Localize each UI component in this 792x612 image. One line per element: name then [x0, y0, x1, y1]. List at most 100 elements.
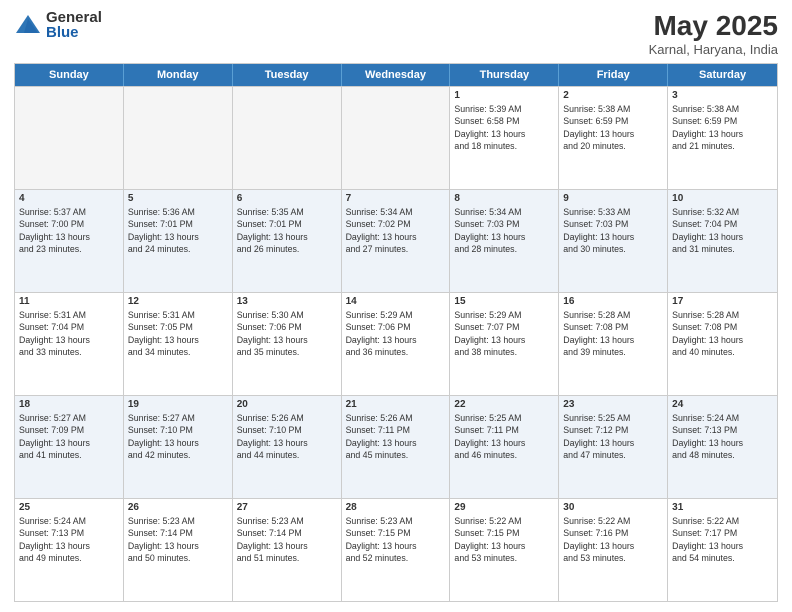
day-cell-16: 16 Sunrise: 5:28 AM Sunset: 7:08 PM Dayli…	[559, 293, 668, 395]
day-cell-15: 15 Sunrise: 5:29 AM Sunset: 7:07 PM Dayli…	[450, 293, 559, 395]
day-info: Sunrise: 5:29 AM Sunset: 7:06 PM Dayligh…	[346, 309, 446, 358]
day-info: Sunrise: 5:23 AM Sunset: 7:14 PM Dayligh…	[128, 515, 228, 564]
day-number: 30	[563, 502, 663, 513]
day-info: Sunrise: 5:38 AM Sunset: 6:59 PM Dayligh…	[672, 103, 773, 152]
day-number: 3	[672, 90, 773, 101]
day-info: Sunrise: 5:23 AM Sunset: 7:14 PM Dayligh…	[237, 515, 337, 564]
day-cell-9: 9 Sunrise: 5:33 AM Sunset: 7:03 PM Daylig…	[559, 190, 668, 292]
day-number: 31	[672, 502, 773, 513]
day-cell-29: 29Sunrise: 5:22 AM Sunset: 7:15 PM Dayli…	[450, 499, 559, 601]
logo-blue-text: Blue	[46, 25, 102, 40]
weekday-header-sunday: Sunday	[15, 64, 124, 86]
day-number: 6	[237, 193, 337, 204]
empty-cell-0-2	[233, 87, 342, 189]
day-info: Sunrise: 5:22 AM Sunset: 7:16 PM Dayligh…	[563, 515, 663, 564]
day-info: Sunrise: 5:33 AM Sunset: 7:03 PM Dayligh…	[563, 206, 663, 255]
day-cell-19: 19Sunrise: 5:27 AM Sunset: 7:10 PM Dayli…	[124, 396, 233, 498]
day-number: 9	[563, 193, 663, 204]
day-cell-27: 27 Sunrise: 5:23 AM Sunset: 7:14 PM Dayli…	[233, 499, 342, 601]
day-cell-4: 4 Sunrise: 5:37 AM Sunset: 7:00 PM Daylig…	[15, 190, 124, 292]
day-number: 20	[237, 399, 337, 410]
weekday-header-tuesday: Tuesday	[233, 64, 342, 86]
day-cell-20: 20 Sunrise: 5:26 AM Sunset: 7:10 PM Dayli…	[233, 396, 342, 498]
day-number: 1	[454, 90, 554, 101]
calendar-row-2: 4 Sunrise: 5:37 AM Sunset: 7:00 PM Daylig…	[15, 189, 777, 292]
day-cell-13: 13 Sunrise: 5:30 AM Sunset: 7:06 PM Dayli…	[233, 293, 342, 395]
day-cell-23: 23 Sunrise: 5:25 AM Sunset: 7:12 PM Dayli…	[559, 396, 668, 498]
day-number: 4	[19, 193, 119, 204]
calendar-row-4: 18 Sunrise: 5:27 AM Sunset: 7:09 PM Dayli…	[15, 395, 777, 498]
calendar-row-5: 25 Sunrise: 5:24 AM Sunset: 7:13 PM Dayli…	[15, 498, 777, 601]
day-cell-3: 3 Sunrise: 5:38 AM Sunset: 6:59 PM Daylig…	[668, 87, 777, 189]
calendar-header: SundayMondayTuesdayWednesdayThursdayFrid…	[15, 64, 777, 86]
day-info: Sunrise: 5:31 AM Sunset: 7:04 PM Dayligh…	[19, 309, 119, 358]
day-info: Sunrise: 5:36 AM Sunset: 7:01 PM Dayligh…	[128, 206, 228, 255]
day-number: 11	[19, 296, 119, 307]
day-info: Sunrise: 5:24 AM Sunset: 7:13 PM Dayligh…	[19, 515, 119, 564]
day-info: Sunrise: 5:26 AM Sunset: 7:10 PM Dayligh…	[237, 412, 337, 461]
day-info: Sunrise: 5:29 AM Sunset: 7:07 PM Dayligh…	[454, 309, 554, 358]
day-number: 15	[454, 296, 554, 307]
day-cell-17: 17 Sunrise: 5:28 AM Sunset: 7:08 PM Dayli…	[668, 293, 777, 395]
day-number: 27	[237, 502, 337, 513]
day-number: 13	[237, 296, 337, 307]
day-number: 25	[19, 502, 119, 513]
day-number: 21	[346, 399, 446, 410]
day-info: Sunrise: 5:24 AM Sunset: 7:13 PM Dayligh…	[672, 412, 773, 461]
day-info: Sunrise: 5:25 AM Sunset: 7:11 PM Dayligh…	[454, 412, 554, 461]
day-cell-24: 24Sunrise: 5:24 AM Sunset: 7:13 PM Dayli…	[668, 396, 777, 498]
day-info: Sunrise: 5:35 AM Sunset: 7:01 PM Dayligh…	[237, 206, 337, 255]
day-cell-12: 12Sunrise: 5:31 AM Sunset: 7:05 PM Dayli…	[124, 293, 233, 395]
day-number: 5	[128, 193, 228, 204]
day-cell-10: 10 Sunrise: 5:32 AM Sunset: 7:04 PM Dayli…	[668, 190, 777, 292]
day-number: 28	[346, 502, 446, 513]
day-info: Sunrise: 5:27 AM Sunset: 7:09 PM Dayligh…	[19, 412, 119, 461]
day-cell-7: 7 Sunrise: 5:34 AM Sunset: 7:02 PM Daylig…	[342, 190, 451, 292]
day-info: Sunrise: 5:37 AM Sunset: 7:00 PM Dayligh…	[19, 206, 119, 255]
day-info: Sunrise: 5:38 AM Sunset: 6:59 PM Dayligh…	[563, 103, 663, 152]
logo-text: General Blue	[46, 10, 102, 40]
day-info: Sunrise: 5:34 AM Sunset: 7:03 PM Dayligh…	[454, 206, 554, 255]
day-cell-2: 2 Sunrise: 5:38 AM Sunset: 6:59 PM Daylig…	[559, 87, 668, 189]
day-cell-21: 21 Sunrise: 5:26 AM Sunset: 7:11 PM Dayli…	[342, 396, 451, 498]
empty-cell-0-1	[124, 87, 233, 189]
day-info: Sunrise: 5:39 AM Sunset: 6:58 PM Dayligh…	[454, 103, 554, 152]
day-number: 19	[128, 399, 228, 410]
day-number: 16	[563, 296, 663, 307]
day-number: 8	[454, 193, 554, 204]
day-number: 23	[563, 399, 663, 410]
day-info: Sunrise: 5:28 AM Sunset: 7:08 PM Dayligh…	[563, 309, 663, 358]
day-info: Sunrise: 5:25 AM Sunset: 7:12 PM Dayligh…	[563, 412, 663, 461]
day-cell-11: 11 Sunrise: 5:31 AM Sunset: 7:04 PM Dayli…	[15, 293, 124, 395]
day-info: Sunrise: 5:28 AM Sunset: 7:08 PM Dayligh…	[672, 309, 773, 358]
day-info: Sunrise: 5:34 AM Sunset: 7:02 PM Dayligh…	[346, 206, 446, 255]
day-cell-25: 25 Sunrise: 5:24 AM Sunset: 7:13 PM Dayli…	[15, 499, 124, 601]
header: General Blue May 2025 Karnal, Haryana, I…	[14, 10, 778, 57]
calendar-row-3: 11 Sunrise: 5:31 AM Sunset: 7:04 PM Dayli…	[15, 292, 777, 395]
day-info: Sunrise: 5:22 AM Sunset: 7:17 PM Dayligh…	[672, 515, 773, 564]
calendar-body: 1 Sunrise: 5:39 AM Sunset: 6:58 PM Daylig…	[15, 86, 777, 601]
day-number: 14	[346, 296, 446, 307]
day-number: 17	[672, 296, 773, 307]
page: General Blue May 2025 Karnal, Haryana, I…	[0, 0, 792, 612]
calendar-row-1: 1 Sunrise: 5:39 AM Sunset: 6:58 PM Daylig…	[15, 86, 777, 189]
day-info: Sunrise: 5:30 AM Sunset: 7:06 PM Dayligh…	[237, 309, 337, 358]
day-number: 26	[128, 502, 228, 513]
day-info: Sunrise: 5:32 AM Sunset: 7:04 PM Dayligh…	[672, 206, 773, 255]
day-cell-18: 18 Sunrise: 5:27 AM Sunset: 7:09 PM Dayli…	[15, 396, 124, 498]
title-location: Karnal, Haryana, India	[649, 42, 778, 57]
title-month: May 2025	[649, 10, 778, 42]
logo: General Blue	[14, 10, 102, 40]
day-number: 2	[563, 90, 663, 101]
weekday-header-saturday: Saturday	[668, 64, 777, 86]
title-block: May 2025 Karnal, Haryana, India	[649, 10, 778, 57]
day-number: 7	[346, 193, 446, 204]
day-info: Sunrise: 5:26 AM Sunset: 7:11 PM Dayligh…	[346, 412, 446, 461]
day-cell-30: 30 Sunrise: 5:22 AM Sunset: 7:16 PM Dayli…	[559, 499, 668, 601]
logo-icon	[14, 11, 42, 39]
day-number: 10	[672, 193, 773, 204]
day-cell-8: 8 Sunrise: 5:34 AM Sunset: 7:03 PM Daylig…	[450, 190, 559, 292]
day-cell-1: 1 Sunrise: 5:39 AM Sunset: 6:58 PM Daylig…	[450, 87, 559, 189]
day-cell-5: 5 Sunrise: 5:36 AM Sunset: 7:01 PM Daylig…	[124, 190, 233, 292]
day-number: 18	[19, 399, 119, 410]
